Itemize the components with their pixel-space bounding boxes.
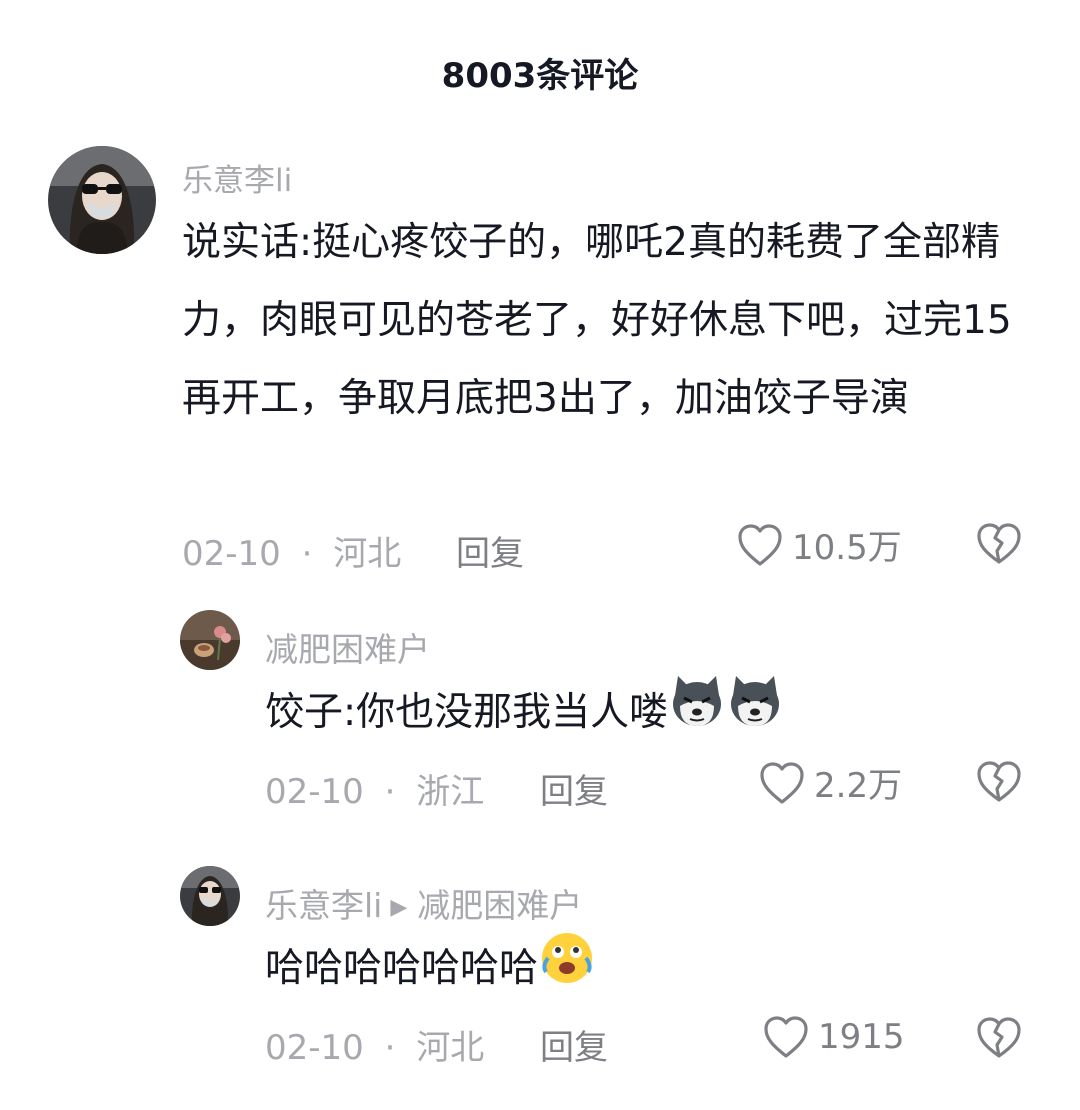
meta-dot: · bbox=[301, 534, 313, 574]
heart-outline-icon bbox=[762, 1014, 810, 1060]
comment-date: 02-10 bbox=[265, 1028, 364, 1068]
comment-author[interactable]: 减肥困难户 bbox=[265, 623, 430, 671]
like-count: 10.5万 bbox=[792, 528, 902, 568]
comment-location: 河北 bbox=[333, 534, 402, 574]
comment-meta: 02-10 · 浙江 bbox=[265, 764, 484, 813]
comment-text-row: 哈哈哈哈哈哈哈 bbox=[265, 928, 1045, 1013]
reply-button[interactable]: 回复 bbox=[540, 764, 608, 813]
comment-text-row: 饺子:你也没那我当人喽 bbox=[265, 672, 1045, 757]
like-button[interactable]: 2.2万 bbox=[758, 758, 902, 807]
comment-date: 02-10 bbox=[265, 772, 364, 812]
like-button[interactable]: 10.5万 bbox=[736, 520, 902, 569]
like-button[interactable]: 1915 bbox=[762, 1014, 905, 1060]
broken-heart-icon bbox=[976, 1017, 1022, 1064]
comment-author[interactable]: 乐意李li bbox=[182, 155, 292, 200]
comment-meta: 02-10 · 河北 bbox=[182, 526, 401, 575]
reply-button[interactable]: 回复 bbox=[456, 526, 524, 575]
husky-emoji bbox=[668, 672, 726, 757]
tears-of-joy-emoji bbox=[538, 928, 596, 1013]
reply-button[interactable]: 回复 bbox=[540, 1020, 608, 1069]
comment-date: 02-10 bbox=[182, 534, 281, 574]
comments-count-title: 8003条评论 bbox=[441, 56, 639, 96]
avatar[interactable] bbox=[180, 866, 240, 926]
comment-location: 河北 bbox=[416, 1028, 485, 1068]
dislike-button[interactable] bbox=[976, 760, 1022, 808]
avatar[interactable] bbox=[180, 610, 240, 670]
heart-outline-icon bbox=[758, 760, 806, 806]
like-count: 1915 bbox=[818, 1017, 905, 1057]
comment-text: 饺子:你也没那我当人喽 bbox=[265, 690, 669, 735]
comment-author[interactable]: 乐意李li bbox=[265, 886, 382, 925]
comment-text: 哈哈哈哈哈哈哈 bbox=[265, 946, 539, 991]
broken-heart-icon bbox=[976, 523, 1022, 570]
like-count: 2.2万 bbox=[814, 766, 903, 806]
broken-heart-icon bbox=[976, 761, 1022, 808]
meta-dot: · bbox=[384, 1028, 396, 1068]
comment-text: 说实话:挺心疼饺子的，哪吒2真的耗费了全部精力，肉眼可见的苍老了，好好休息下吧，… bbox=[182, 220, 1012, 421]
dislike-button[interactable] bbox=[976, 1016, 1022, 1064]
comment-location: 浙江 bbox=[416, 772, 485, 812]
avatar[interactable] bbox=[48, 146, 156, 254]
husky-emoji bbox=[726, 672, 784, 757]
comment-meta: 02-10 · 河北 bbox=[265, 1020, 484, 1069]
comment-author-row: 乐意李li ▶ 减肥困难户 bbox=[265, 879, 582, 927]
reply-arrow-icon: ▶ bbox=[390, 895, 408, 920]
meta-dot: · bbox=[384, 772, 396, 812]
heart-outline-icon bbox=[736, 522, 784, 568]
dislike-button[interactable] bbox=[976, 522, 1022, 570]
reply-to-author[interactable]: 减肥困难户 bbox=[417, 886, 582, 925]
